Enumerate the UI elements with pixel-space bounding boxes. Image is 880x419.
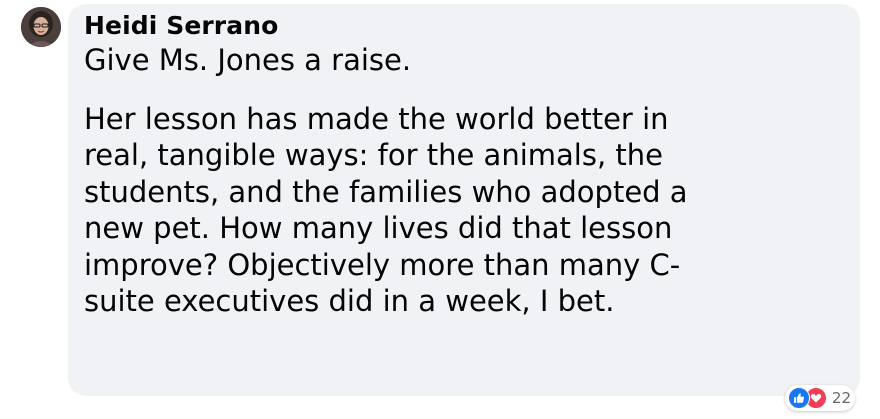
author-name[interactable]: Heidi Serrano xyxy=(84,10,844,42)
comment-container: Heidi Serrano Give Ms. Jones a raise. He… xyxy=(0,0,880,419)
avatar[interactable] xyxy=(21,7,61,47)
like-icon xyxy=(787,387,810,409)
profile-photo xyxy=(21,7,61,47)
comment-text-line: Give Ms. Jones a raise. xyxy=(84,43,412,77)
comment-bubble: Heidi Serrano Give Ms. Jones a raise. He… xyxy=(68,4,860,396)
reaction-count: 22 xyxy=(831,389,851,407)
reaction-summary[interactable]: 22 xyxy=(784,385,855,411)
comment-text-paragraph: Her lesson has made the world better in … xyxy=(84,101,688,319)
